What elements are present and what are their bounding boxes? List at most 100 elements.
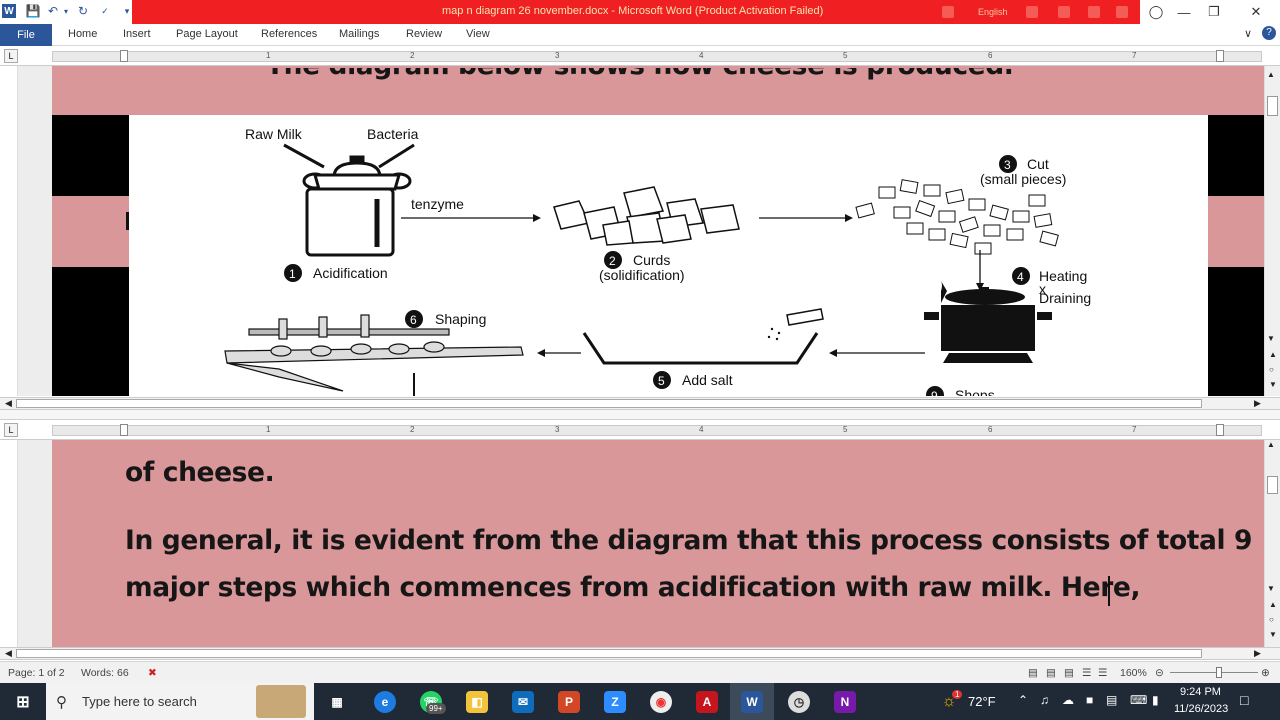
zoom-out-icon[interactable]: ⊝ <box>1155 667 1164 679</box>
select-browse-icon[interactable]: ○ <box>1269 615 1274 624</box>
edge-icon[interactable]: e <box>374 691 396 713</box>
scroll-up-arrow-icon[interactable]: ▲ <box>1267 70 1275 79</box>
word-logo-icon: W <box>2 4 16 18</box>
horizontal-thumb[interactable] <box>16 399 1202 408</box>
right-indent-marker[interactable] <box>1216 50 1224 62</box>
scroll-left-arrow-icon[interactable]: ◀ <box>5 398 12 409</box>
language-indicator: English <box>978 7 1008 17</box>
restore-button[interactable]: ❐ <box>1200 2 1228 22</box>
ruler-number: 4 <box>699 51 704 60</box>
chrome-icon[interactable]: ◉ <box>650 691 672 713</box>
prev-page-icon[interactable]: ▲ <box>1269 600 1277 609</box>
tab-mailings[interactable]: Mailings <box>339 28 379 40</box>
weather-temp[interactable]: 72°F <box>968 694 996 709</box>
step1-label: Acidification <box>313 265 388 281</box>
scroll-up-arrow-icon[interactable]: ▲ <box>1267 440 1275 449</box>
tab-view[interactable]: View <box>466 28 490 40</box>
task-view-icon[interactable]: ▦ <box>326 691 348 713</box>
tab-insert[interactable]: Insert <box>123 28 151 40</box>
volume-icon[interactable]: ♫ <box>1040 693 1049 707</box>
help-window-icon[interactable]: ◯ <box>1142 2 1170 22</box>
meet-now-icon[interactable]: ■ <box>1086 693 1093 707</box>
full-screen-icon[interactable]: ▤ <box>1046 667 1056 679</box>
word-count[interactable]: Words: 66 <box>81 667 129 679</box>
mic-icon <box>1058 6 1070 18</box>
network-icon[interactable]: ▤ <box>1106 693 1117 707</box>
clock-time[interactable]: 9:24 PM <box>1180 686 1221 698</box>
tab-selector[interactable]: L <box>4 423 18 437</box>
indent-marker[interactable] <box>120 50 128 62</box>
scroll-down-arrow-icon[interactable]: ▼ <box>1267 584 1275 593</box>
status-bar: Page: 1 of 2 Words: 66 ✖ ▤ ▤ ▤ ☰ ☰ 160% … <box>0 661 1280 683</box>
zoom-app-icon[interactable]: Z <box>604 691 626 713</box>
draft-icon[interactable]: ☰ <box>1098 667 1107 679</box>
clock-app-icon[interactable]: ◷ <box>788 691 810 713</box>
scroll-right-arrow-icon[interactable]: ▶ <box>1254 398 1261 409</box>
scroll-down-arrow-icon[interactable]: ▼ <box>1267 334 1275 343</box>
zoom-slider[interactable] <box>1170 672 1258 673</box>
svg-text:4: 4 <box>1017 270 1024 284</box>
tab-references[interactable]: References <box>261 28 317 40</box>
zoom-level[interactable]: 160% <box>1120 667 1147 679</box>
prev-page-icon[interactable]: ▲ <box>1269 350 1277 359</box>
zoom-in-icon[interactable]: ⊕ <box>1261 667 1270 679</box>
spelling-check-icon[interactable]: ✓ <box>98 4 112 18</box>
help-icon[interactable]: ? <box>1262 26 1276 40</box>
save-icon[interactable]: 💾 <box>26 4 41 18</box>
page-count[interactable]: Page: 1 of 2 <box>8 667 65 679</box>
tab-file[interactable]: File <box>0 24 52 46</box>
battery-icon[interactable]: ▮ <box>1152 693 1159 707</box>
step3-sublabel: (small pieces) <box>980 171 1066 187</box>
scrollbar-thumb[interactable] <box>1267 476 1278 494</box>
bottom-vertical-scrollbar[interactable]: ▲ ▼ ▲ ○ ▼ <box>1264 440 1280 647</box>
notification-badge: 99+ <box>426 703 446 714</box>
onedrive-icon[interactable]: ☁ <box>1062 693 1074 707</box>
split-bar[interactable] <box>0 410 1280 420</box>
powerpoint-icon[interactable]: P <box>558 691 580 713</box>
acrobat-icon[interactable]: A <box>696 691 718 713</box>
file-explorer-icon[interactable]: ◧ <box>466 691 488 713</box>
input-indicator-icon[interactable]: ⌨ <box>1130 693 1147 707</box>
select-browse-icon[interactable]: ○ <box>1269 365 1274 374</box>
search-icon: ⚲ <box>56 694 67 711</box>
undo-icon[interactable]: ↶ <box>46 4 60 18</box>
scrollbar-thumb[interactable] <box>1267 96 1278 116</box>
outline-icon[interactable]: ☰ <box>1082 667 1091 679</box>
next-page-icon[interactable]: ▼ <box>1269 380 1277 389</box>
arrow-icon <box>533 214 541 222</box>
windows-start-icon[interactable]: ⊞ <box>12 691 34 713</box>
indent-marker[interactable] <box>120 424 128 436</box>
web-layout-icon[interactable]: ▤ <box>1064 667 1074 679</box>
tab-home[interactable]: Home <box>68 28 97 40</box>
scroll-left-arrow-icon[interactable]: ◀ <box>5 648 12 659</box>
tab-review[interactable]: Review <box>406 28 442 40</box>
proofing-icon[interactable]: ✖ <box>148 667 157 679</box>
onenote-icon[interactable]: N <box>834 691 856 713</box>
close-button[interactable]: ✕ <box>1242 2 1270 22</box>
right-indent-marker[interactable] <box>1216 424 1224 436</box>
weather-badge: 1 <box>952 690 963 699</box>
word-icon[interactable]: W <box>741 691 763 713</box>
notifications-icon[interactable]: □ <box>1240 692 1248 708</box>
undo-dropdown-icon[interactable]: ▾ <box>62 4 70 18</box>
step5-label: Add salt <box>682 372 733 388</box>
top-horizontal-scrollbar[interactable]: ◀ ▶ <box>0 397 1280 410</box>
redo-icon[interactable]: ↻ <box>76 4 90 18</box>
zoom-slider-thumb[interactable] <box>1216 667 1222 678</box>
print-layout-icon[interactable]: ▤ <box>1028 667 1038 679</box>
horizontal-thumb[interactable] <box>16 649 1202 658</box>
tab-selector[interactable]: L <box>4 49 18 63</box>
ruler-number: 3 <box>555 51 560 60</box>
cheese-process-diagram: Raw Milk Bacteria tenzyme 1 Acidificatio… <box>129 115 1208 396</box>
show-hidden-icons-icon[interactable]: ⌃ <box>1018 693 1028 707</box>
minimize-button[interactable]: — <box>1170 2 1198 22</box>
bottom-horizontal-scrollbar[interactable]: ◀ ▶ <box>0 647 1280 660</box>
scroll-right-arrow-icon[interactable]: ▶ <box>1254 648 1261 659</box>
expand-ribbon-icon[interactable]: ∨ <box>1244 27 1252 40</box>
mail-icon[interactable]: ✉ <box>512 691 534 713</box>
next-page-icon[interactable]: ▼ <box>1269 630 1277 639</box>
tab-page-layout[interactable]: Page Layout <box>176 28 238 40</box>
top-vertical-scrollbar[interactable]: ▲ ▼ ▲ ○ ▼ <box>1264 66 1280 396</box>
clock-date[interactable]: 11/26/2023 <box>1174 703 1228 715</box>
taskbar-search[interactable]: ⚲ Type here to search <box>46 683 314 720</box>
